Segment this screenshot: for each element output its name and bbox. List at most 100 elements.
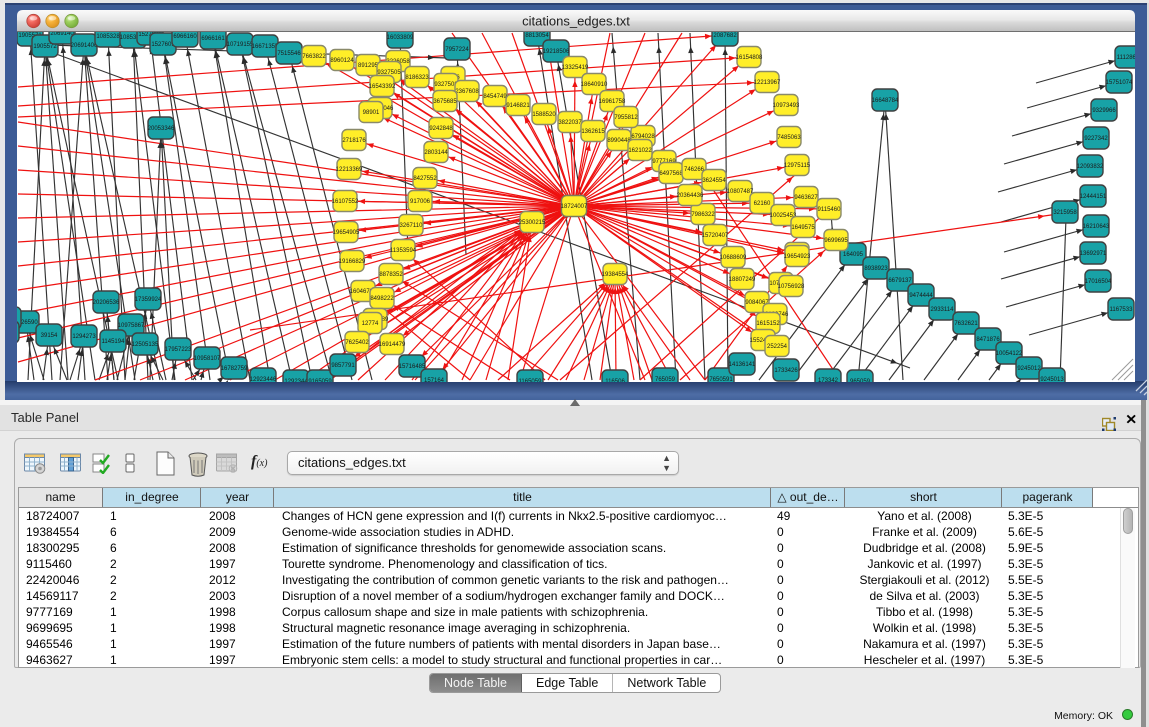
svg-text:10975867: 10975867 — [118, 323, 145, 329]
svg-text:8960124: 8960124 — [330, 58, 354, 64]
svg-text:917006: 917006 — [410, 199, 431, 205]
svg-text:7955812: 7955812 — [614, 115, 638, 121]
svg-text:8938923: 8938923 — [864, 266, 888, 272]
svg-text:157164: 157164 — [424, 378, 445, 382]
svg-text:2087682: 2087682 — [713, 33, 737, 39]
svg-text:13692971: 13692971 — [1080, 251, 1107, 257]
svg-text:1165059: 1165059 — [519, 379, 543, 382]
svg-text:18807249: 18807249 — [729, 277, 756, 283]
svg-text:12213967: 12213967 — [754, 80, 781, 86]
svg-text:9245013: 9245013 — [1040, 377, 1064, 382]
svg-text:1112864: 1112864 — [1117, 55, 1135, 61]
svg-text:173342: 173342 — [818, 378, 839, 382]
svg-text:8454749: 8454749 — [483, 94, 507, 100]
svg-text:7957224: 7957224 — [445, 47, 469, 53]
svg-text:252254: 252254 — [767, 344, 788, 350]
svg-text:1588520: 1588520 — [532, 112, 556, 118]
svg-text:19218506: 19218506 — [543, 49, 570, 55]
svg-text:16107552: 16107552 — [332, 199, 359, 205]
svg-text:12923446: 12923446 — [250, 377, 277, 382]
svg-text:1292344: 1292344 — [284, 379, 308, 382]
svg-text:18640910: 18640910 — [581, 82, 608, 88]
svg-text:15720407: 15720407 — [702, 233, 729, 239]
svg-text:1733426: 1733426 — [774, 368, 798, 374]
svg-text:20691406: 20691406 — [71, 43, 98, 49]
svg-text:2933114: 2933114 — [931, 307, 955, 313]
svg-text:10756928: 10756928 — [778, 284, 805, 290]
svg-text:15751074: 15751074 — [1106, 80, 1133, 86]
svg-text:3215958: 3215958 — [1053, 210, 1077, 216]
svg-text:965059: 965059 — [850, 379, 871, 382]
svg-text:8186323: 8186323 — [405, 75, 429, 81]
svg-text:746266: 746266 — [684, 167, 705, 173]
svg-text:15716485: 15716485 — [399, 364, 426, 370]
svg-text:7663822: 7663822 — [302, 54, 326, 60]
svg-text:16033809: 16033809 — [387, 35, 414, 41]
svg-text:1085328: 1085328 — [96, 34, 120, 40]
svg-text:9474444: 9474444 — [909, 293, 933, 299]
svg-text:116506: 116506 — [605, 379, 625, 382]
svg-text:2803144: 2803144 — [424, 150, 448, 156]
svg-text:17359924: 17359924 — [135, 297, 162, 303]
svg-text:19654905: 19654905 — [333, 230, 360, 236]
svg-text:10688609: 10688609 — [720, 255, 747, 261]
svg-text:11353594: 11353594 — [390, 248, 417, 254]
svg-text:25300215: 25300215 — [519, 220, 546, 226]
svg-text:9857791: 9857791 — [331, 363, 355, 369]
svg-text:13325419: 13325419 — [562, 65, 589, 71]
svg-text:8498222: 8498222 — [370, 296, 394, 302]
svg-text:3675685: 3675685 — [433, 99, 457, 105]
svg-text:3624554: 3624554 — [702, 178, 726, 184]
svg-text:20206536: 20206536 — [93, 300, 120, 306]
svg-text:10973493: 10973493 — [773, 103, 800, 109]
svg-text:7632621: 7632621 — [954, 321, 978, 327]
svg-text:12093832: 12093832 — [1077, 164, 1104, 170]
svg-text:12774: 12774 — [362, 321, 379, 327]
svg-text:9115460: 9115460 — [818, 207, 842, 213]
svg-text:6966161: 6966161 — [201, 36, 225, 42]
svg-text:16671355: 16671355 — [252, 44, 279, 50]
svg-text:164095: 164095 — [843, 252, 864, 258]
svg-text:10054122: 10054122 — [996, 351, 1023, 357]
svg-text:12444151: 12444151 — [1080, 194, 1107, 200]
svg-text:9165059: 9165059 — [308, 379, 332, 382]
svg-text:7485063: 7485063 — [777, 135, 801, 141]
svg-text:16782759: 16782759 — [221, 366, 248, 372]
svg-text:7986322: 7986322 — [691, 212, 715, 218]
svg-text:citations_edges.txt: citations_edges.txt — [522, 14, 630, 29]
svg-text:7650591: 7650591 — [709, 377, 733, 382]
svg-text:1167533: 1167533 — [1110, 307, 1134, 313]
svg-text:9242848: 9242848 — [429, 126, 453, 132]
svg-text:16648784: 16648784 — [872, 98, 899, 104]
svg-text:1621022: 1621022 — [628, 148, 652, 154]
svg-text:12213369: 12213369 — [336, 167, 363, 173]
svg-text:1615152: 1615152 — [756, 321, 780, 327]
svg-text:12505135: 12505135 — [132, 342, 159, 348]
svg-text:18724007: 18724007 — [561, 204, 588, 210]
svg-text:98901: 98901 — [363, 110, 380, 116]
svg-text:891295: 891295 — [358, 63, 379, 69]
svg-text:14136141: 14136141 — [729, 362, 756, 368]
svg-text:16210643: 16210643 — [1083, 224, 1110, 230]
svg-text:2718176: 2718176 — [342, 138, 366, 144]
svg-text:1649575: 1649575 — [791, 225, 815, 231]
svg-text:1905572: 1905572 — [33, 44, 57, 50]
svg-text:1145194: 1145194 — [102, 339, 126, 345]
svg-text:39154: 39154 — [41, 333, 58, 339]
svg-text:9699695: 9699695 — [824, 238, 848, 244]
svg-text:20364436: 20364436 — [677, 193, 704, 199]
svg-text:8471876: 8471876 — [976, 337, 1000, 343]
svg-text:10719155: 10719155 — [227, 42, 254, 48]
svg-text:20053346: 20053346 — [148, 126, 175, 132]
svg-text:6497568: 6497568 — [659, 171, 683, 177]
svg-text:19654923: 19654923 — [784, 254, 811, 260]
svg-text:6966160: 6966160 — [173, 34, 197, 40]
svg-text:8427552: 8427552 — [413, 176, 437, 182]
svg-text:16914479: 16914479 — [379, 342, 406, 348]
svg-text:3822037: 3822037 — [558, 120, 582, 126]
svg-text:3267110: 3267110 — [400, 223, 424, 229]
svg-text:19166829: 19166829 — [339, 259, 366, 265]
svg-text:9227342: 9227342 — [1084, 136, 1108, 142]
svg-text:8878352: 8878352 — [379, 272, 403, 278]
svg-text:19384554: 19384554 — [602, 272, 629, 278]
